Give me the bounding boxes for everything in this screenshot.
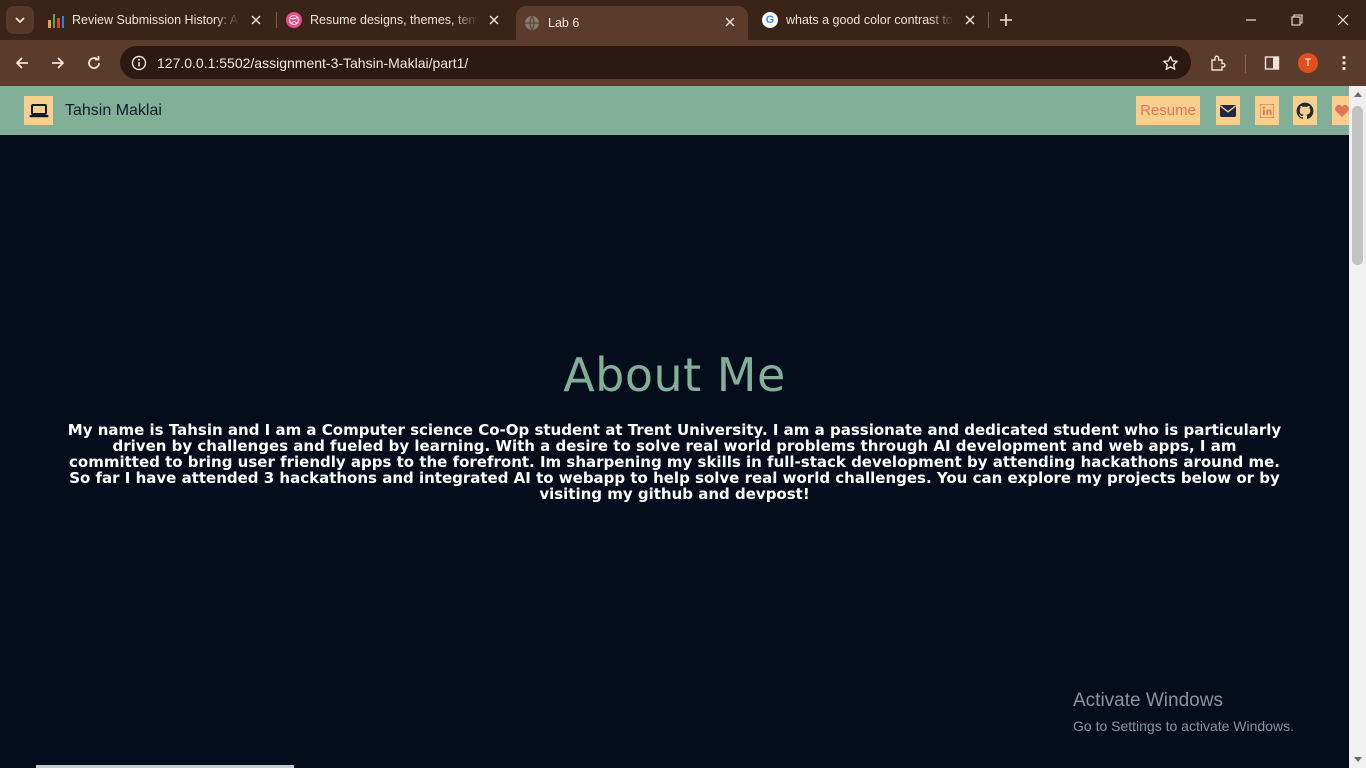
- toolbar-divider: [1245, 55, 1246, 73]
- tab-title: whats a good color contrast to: [786, 13, 953, 27]
- page-viewport: Tahsin Maklai Resume About Me My name is…: [0, 86, 1349, 768]
- linkedin-icon[interactable]: [1255, 96, 1279, 125]
- bar-chart-icon: [48, 12, 64, 28]
- chrome-menu-button[interactable]: [1330, 49, 1358, 77]
- url-text: 127.0.0.1:5502/assignment-3-Tahsin-Makla…: [157, 55, 469, 71]
- more-vertical-icon: [1342, 55, 1346, 71]
- chevron-down-icon: [15, 17, 25, 24]
- scroll-down-arrow-icon[interactable]: [1349, 752, 1366, 768]
- close-tab-icon[interactable]: [248, 12, 264, 28]
- windows-activation-watermark: Activate Windows Go to Settings to activ…: [1073, 690, 1294, 734]
- arrow-right-icon: [52, 57, 65, 69]
- envelope-icon[interactable]: [1216, 96, 1240, 125]
- arrow-left-icon: [15, 57, 28, 69]
- tab-review-submission[interactable]: Review Submission History: Assi: [40, 4, 274, 36]
- tab-resume-designs[interactable]: Resume designs, themes, templ: [278, 4, 512, 36]
- plus-icon: [1000, 14, 1012, 26]
- close-window-button[interactable]: [1320, 0, 1366, 40]
- activate-windows-title: Activate Windows: [1073, 690, 1223, 711]
- tab-color-contrast[interactable]: G whats a good color contrast to: [754, 4, 988, 36]
- close-tab-icon[interactable]: [486, 12, 502, 28]
- browser-toolbar: 127.0.0.1:5502/assignment-3-Tahsin-Makla…: [0, 40, 1366, 86]
- close-icon: [1337, 14, 1349, 26]
- puzzle-icon: [1211, 55, 1226, 71]
- side-panel-button[interactable]: [1258, 49, 1286, 77]
- about-me-heading: About Me: [563, 348, 786, 402]
- tab-lab-6[interactable]: Lab 6: [516, 6, 748, 40]
- github-icon[interactable]: [1293, 96, 1317, 125]
- tab-search-button[interactable]: [6, 6, 34, 34]
- vertical-scrollbar[interactable]: [1349, 86, 1366, 768]
- tab-separator: [988, 12, 989, 28]
- scrollbar-thumb[interactable]: [1352, 106, 1363, 265]
- tab-title: Review Submission History: Assi: [72, 13, 240, 27]
- resume-button[interactable]: Resume: [1136, 96, 1200, 125]
- site-navbar: Tahsin Maklai Resume: [0, 86, 1349, 135]
- minimize-button[interactable]: [1228, 0, 1274, 40]
- profile-avatar[interactable]: T: [1298, 53, 1318, 73]
- new-tab-button[interactable]: [994, 8, 1018, 32]
- reload-button[interactable]: [80, 49, 108, 77]
- restore-icon: [1291, 14, 1303, 26]
- tab-separator: [276, 12, 277, 28]
- bookmark-star-icon[interactable]: [1159, 52, 1181, 74]
- about-me-paragraph: My name is Tahsin and I am a Computer sc…: [67, 421, 1282, 503]
- tab-title: Lab 6: [548, 16, 580, 30]
- heart-icon[interactable]: [1332, 96, 1349, 125]
- browser-tab-strip: Review Submission History: Assi Resume d…: [0, 0, 1366, 40]
- back-button[interactable]: [8, 49, 36, 77]
- scroll-up-arrow-icon[interactable]: [1349, 86, 1366, 102]
- brand-name[interactable]: Tahsin Maklai: [65, 102, 162, 120]
- laptop-icon[interactable]: [24, 96, 53, 125]
- reload-icon: [88, 56, 100, 69]
- activate-windows-subtitle: Go to Settings to activate Windows.: [1073, 718, 1294, 734]
- minimize-icon: [1246, 19, 1256, 21]
- close-tab-icon[interactable]: [962, 12, 978, 28]
- close-tab-icon[interactable]: [722, 14, 738, 30]
- address-bar[interactable]: 127.0.0.1:5502/assignment-3-Tahsin-Makla…: [120, 46, 1191, 79]
- google-icon: G: [762, 12, 778, 28]
- globe-icon: [524, 15, 540, 31]
- extensions-button[interactable]: [1204, 49, 1232, 77]
- dribbble-icon: [286, 12, 302, 28]
- tab-title: Resume designs, themes, templ: [310, 13, 478, 27]
- forward-button[interactable]: [44, 49, 72, 77]
- side-panel-icon: [1264, 56, 1280, 70]
- restore-button[interactable]: [1274, 0, 1320, 40]
- site-info-icon[interactable]: [128, 52, 150, 74]
